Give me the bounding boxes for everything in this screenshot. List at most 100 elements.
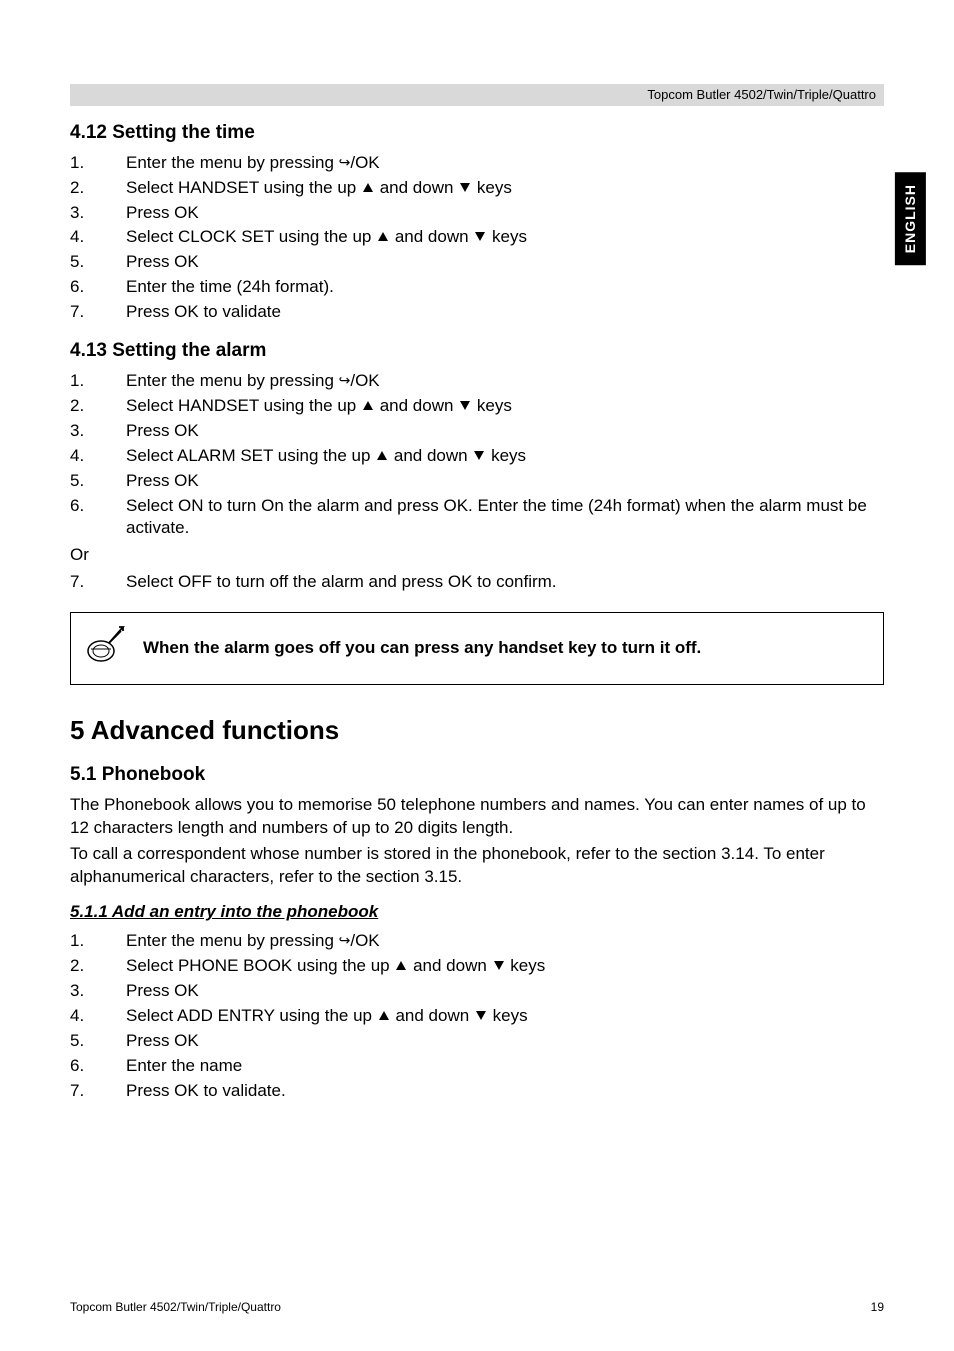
heading-5-1: 5.1 Phonebook bbox=[70, 762, 884, 788]
list-item: 1.Enter the menu by pressing ↪/OK bbox=[70, 152, 884, 175]
step-text: Enter the menu by pressing ↪/OK bbox=[126, 930, 884, 953]
step-text: Select CLOCK SET using the up and down k… bbox=[126, 226, 884, 249]
step-text: Enter the menu by pressing ↪/OK bbox=[126, 370, 884, 393]
footer-page-number: 19 bbox=[871, 1299, 884, 1315]
step-number: 7. bbox=[70, 301, 126, 324]
steps-4-13b: 7.Select OFF to turn off the alarm and p… bbox=[70, 571, 884, 594]
step-text: Select OFF to turn off the alarm and pre… bbox=[126, 571, 884, 594]
step-text: Select ON to turn On the alarm and press… bbox=[126, 495, 884, 541]
list-item: 2.Select HANDSET using the up and down k… bbox=[70, 395, 884, 418]
step-number: 6. bbox=[70, 495, 126, 541]
list-item: 2.Select HANDSET using the up and down k… bbox=[70, 177, 884, 200]
down-arrow-icon bbox=[460, 401, 470, 410]
or-label: Or bbox=[70, 544, 884, 567]
header-product: Topcom Butler 4502/Twin/Triple/Quattro bbox=[647, 86, 876, 104]
heading-5: 5 Advanced functions bbox=[70, 713, 884, 748]
up-arrow-icon bbox=[378, 232, 388, 241]
step-number: 2. bbox=[70, 955, 126, 978]
step-number: 4. bbox=[70, 226, 126, 249]
down-arrow-icon bbox=[460, 183, 470, 192]
up-arrow-icon bbox=[363, 183, 373, 192]
list-item: 6.Enter the time (24h format). bbox=[70, 276, 884, 299]
step-text: Press OK to validate bbox=[126, 301, 884, 324]
down-arrow-icon bbox=[474, 451, 484, 460]
list-item: 3.Press OK bbox=[70, 420, 884, 443]
heading-4-12: 4.12 Setting the time bbox=[70, 120, 884, 146]
step-number: 3. bbox=[70, 980, 126, 1003]
list-item: 7.Press OK to validate. bbox=[70, 1080, 884, 1103]
step-number: 2. bbox=[70, 177, 126, 200]
list-item: 4.Select ALARM SET using the up and down… bbox=[70, 445, 884, 468]
step-number: 1. bbox=[70, 370, 126, 393]
step-number: 3. bbox=[70, 420, 126, 443]
footer: Topcom Butler 4502/Twin/Triple/Quattro 1… bbox=[70, 1299, 884, 1315]
footer-left: Topcom Butler 4502/Twin/Triple/Quattro bbox=[70, 1299, 281, 1315]
up-arrow-icon bbox=[377, 451, 387, 460]
step-text: Select ALARM SET using the up and down k… bbox=[126, 445, 884, 468]
step-number: 7. bbox=[70, 1080, 126, 1103]
steps-4-13a: 1.Enter the menu by pressing ↪/OK2.Selec… bbox=[70, 370, 884, 541]
step-number: 6. bbox=[70, 1055, 126, 1078]
step-number: 5. bbox=[70, 1030, 126, 1053]
list-item: 6.Select ON to turn On the alarm and pre… bbox=[70, 495, 884, 541]
language-tab: ENGLISH bbox=[895, 172, 926, 265]
step-number: 7. bbox=[70, 571, 126, 594]
step-text: Select HANDSET using the up and down key… bbox=[126, 177, 884, 200]
step-number: 4. bbox=[70, 1005, 126, 1028]
redial-icon: ↪ bbox=[339, 371, 351, 390]
step-text: Press OK to validate. bbox=[126, 1080, 884, 1103]
step-number: 2. bbox=[70, 395, 126, 418]
up-arrow-icon bbox=[396, 961, 406, 970]
up-arrow-icon bbox=[363, 401, 373, 410]
list-item: 3.Press OK bbox=[70, 202, 884, 225]
list-item: 4.Select CLOCK SET using the up and down… bbox=[70, 226, 884, 249]
redial-icon: ↪ bbox=[339, 931, 351, 950]
up-arrow-icon bbox=[379, 1011, 389, 1020]
step-text: Press OK bbox=[126, 1030, 884, 1053]
step-text: Select PHONE BOOK using the up and down … bbox=[126, 955, 884, 978]
list-item: 5.Press OK bbox=[70, 1030, 884, 1053]
step-text: Press OK bbox=[126, 470, 884, 493]
step-number: 4. bbox=[70, 445, 126, 468]
step-number: 6. bbox=[70, 276, 126, 299]
list-item: 7.Press OK to validate bbox=[70, 301, 884, 324]
step-number: 3. bbox=[70, 202, 126, 225]
step-text: Select HANDSET using the up and down key… bbox=[126, 395, 884, 418]
step-text: Press OK bbox=[126, 420, 884, 443]
note-icon bbox=[83, 625, 127, 672]
list-item: 7.Select OFF to turn off the alarm and p… bbox=[70, 571, 884, 594]
step-text: Enter the menu by pressing ↪/OK bbox=[126, 152, 884, 175]
phonebook-body-1: The Phonebook allows you to memorise 50 … bbox=[70, 794, 884, 840]
step-text: Press OK bbox=[126, 202, 884, 225]
note-box: When the alarm goes off you can press an… bbox=[70, 612, 884, 685]
steps-5-1-1: 1.Enter the menu by pressing ↪/OK2.Selec… bbox=[70, 930, 884, 1103]
list-item: 4.Select ADD ENTRY using the up and down… bbox=[70, 1005, 884, 1028]
phonebook-body-2: To call a correspondent whose number is … bbox=[70, 843, 884, 889]
list-item: 1.Enter the menu by pressing ↪/OK bbox=[70, 930, 884, 953]
page: Topcom Butler 4502/Twin/Triple/Quattro E… bbox=[0, 0, 954, 1351]
down-arrow-icon bbox=[476, 1011, 486, 1020]
heading-5-1-1: 5.1.1 Add an entry into the phonebook bbox=[70, 901, 884, 924]
list-item: 1.Enter the menu by pressing ↪/OK bbox=[70, 370, 884, 393]
step-number: 1. bbox=[70, 930, 126, 953]
step-text: Press OK bbox=[126, 251, 884, 274]
list-item: 5.Press OK bbox=[70, 251, 884, 274]
down-arrow-icon bbox=[494, 961, 504, 970]
list-item: 5.Press OK bbox=[70, 470, 884, 493]
steps-4-12: 1.Enter the menu by pressing ↪/OK2.Selec… bbox=[70, 152, 884, 325]
step-text: Enter the time (24h format). bbox=[126, 276, 884, 299]
header-bar: Topcom Butler 4502/Twin/Triple/Quattro bbox=[70, 84, 884, 106]
step-text: Press OK bbox=[126, 980, 884, 1003]
step-text: Enter the name bbox=[126, 1055, 884, 1078]
step-text: Select ADD ENTRY using the up and down k… bbox=[126, 1005, 884, 1028]
note-text: When the alarm goes off you can press an… bbox=[143, 637, 701, 660]
down-arrow-icon bbox=[475, 232, 485, 241]
list-item: 3.Press OK bbox=[70, 980, 884, 1003]
list-item: 2.Select PHONE BOOK using the up and dow… bbox=[70, 955, 884, 978]
redial-icon: ↪ bbox=[339, 153, 351, 172]
step-number: 5. bbox=[70, 470, 126, 493]
list-item: 6.Enter the name bbox=[70, 1055, 884, 1078]
step-number: 5. bbox=[70, 251, 126, 274]
step-number: 1. bbox=[70, 152, 126, 175]
heading-4-13: 4.13 Setting the alarm bbox=[70, 338, 884, 364]
